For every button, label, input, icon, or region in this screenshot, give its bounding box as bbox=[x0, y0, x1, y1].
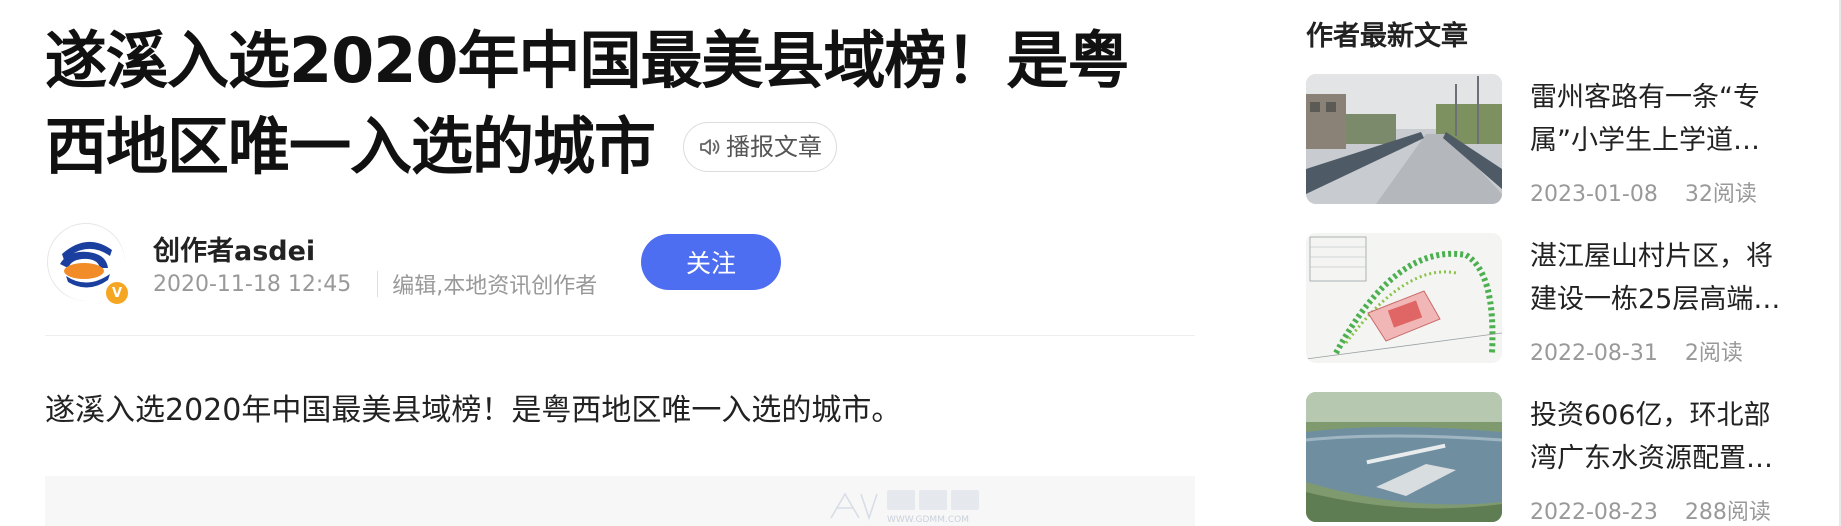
latest-article-reads: 2阅读 bbox=[1684, 341, 1743, 366]
article-image: WWW.GDMM.COM bbox=[45, 476, 1195, 526]
article-title: 遂溪入选2020年中国最美县域榜！是粤 西地区唯一入选的城市 播报文章 bbox=[45, 18, 1195, 190]
publish-date: 2020-11-18 12:45 bbox=[153, 271, 352, 297]
watermark-logo-icon: WWW.GDMM.COM bbox=[830, 490, 979, 524]
section-divider bbox=[45, 335, 1195, 336]
latest-article-card[interactable]: 湛江屋山村片区，将建设一栋25层高端… 2022-08-31 2阅读 bbox=[1306, 233, 1786, 367]
speaker-icon bbox=[700, 139, 720, 155]
listen-article-button[interactable]: 播报文章 bbox=[683, 122, 838, 172]
author-name[interactable]: 创作者asdei bbox=[153, 229, 315, 268]
site-plan-icon bbox=[1306, 233, 1502, 363]
article-page: 遂溪入选2020年中国最美县域榜！是粤 西地区唯一入选的城市 播报文章 V 创作… bbox=[0, 0, 1841, 526]
watermark-text: WWW.GDMM.COM bbox=[887, 515, 969, 524]
latest-article-title[interactable]: 湛江屋山村片区，将建设一栋25层高端… bbox=[1530, 235, 1786, 321]
title-line-2: 西地区唯一入选的城市 bbox=[45, 110, 656, 183]
latest-article-reads: 288阅读 bbox=[1684, 500, 1771, 525]
article-thumbnail[interactable] bbox=[1306, 74, 1502, 204]
latest-article-reads: 32阅读 bbox=[1684, 182, 1757, 207]
latest-article-date: 2023-01-08 bbox=[1530, 182, 1658, 207]
river-aerial-icon bbox=[1306, 392, 1502, 522]
latest-article-meta: 2022-08-31 2阅读 bbox=[1530, 335, 1743, 367]
author-bar: V 创作者asdei 2020-11-18 12:45 编辑,本地资讯创作者 关… bbox=[45, 223, 1195, 306]
latest-article-card[interactable]: 雷州客路有一条“专属”小学生上学道… 2023-01-08 32阅读 bbox=[1306, 74, 1786, 208]
author-meta: 2020-11-18 12:45 编辑,本地资讯创作者 bbox=[153, 268, 597, 300]
latest-article-meta: 2023-01-08 32阅读 bbox=[1530, 176, 1757, 208]
meta-divider bbox=[377, 271, 379, 297]
verified-badge-icon: V bbox=[104, 280, 130, 306]
article-thumbnail[interactable] bbox=[1306, 392, 1502, 522]
author-role: 编辑,本地资讯创作者 bbox=[392, 274, 598, 299]
title-line-1: 遂溪入选2020年中国最美县域榜！是粤 bbox=[45, 24, 1130, 97]
title-line-2-row: 西地区唯一入选的城市 播报文章 bbox=[45, 104, 1195, 190]
article-thumbnail[interactable] bbox=[1306, 233, 1502, 363]
latest-article-title[interactable]: 投资606亿，环北部湾广东水资源配置… bbox=[1530, 394, 1786, 480]
latest-article-meta: 2022-08-23 288阅读 bbox=[1530, 494, 1771, 526]
sidebar-title: 作者最新文章 bbox=[1306, 21, 1468, 52]
road-photo-icon bbox=[1306, 74, 1502, 204]
latest-article-date: 2022-08-31 bbox=[1530, 341, 1658, 366]
latest-article-card[interactable]: 投资606亿，环北部湾广东水资源配置… 2022-08-23 288阅读 bbox=[1306, 392, 1786, 526]
follow-button[interactable]: 关注 bbox=[641, 234, 781, 290]
article-summary: 遂溪入选2020年中国最美县域榜！是粤西地区唯一入选的城市。 bbox=[45, 393, 902, 428]
author-avatar[interactable]: V bbox=[47, 223, 130, 306]
latest-article-date: 2022-08-23 bbox=[1530, 500, 1658, 525]
latest-article-title[interactable]: 雷州客路有一条“专属”小学生上学道… bbox=[1530, 76, 1786, 162]
listen-label: 播报文章 bbox=[726, 133, 823, 161]
